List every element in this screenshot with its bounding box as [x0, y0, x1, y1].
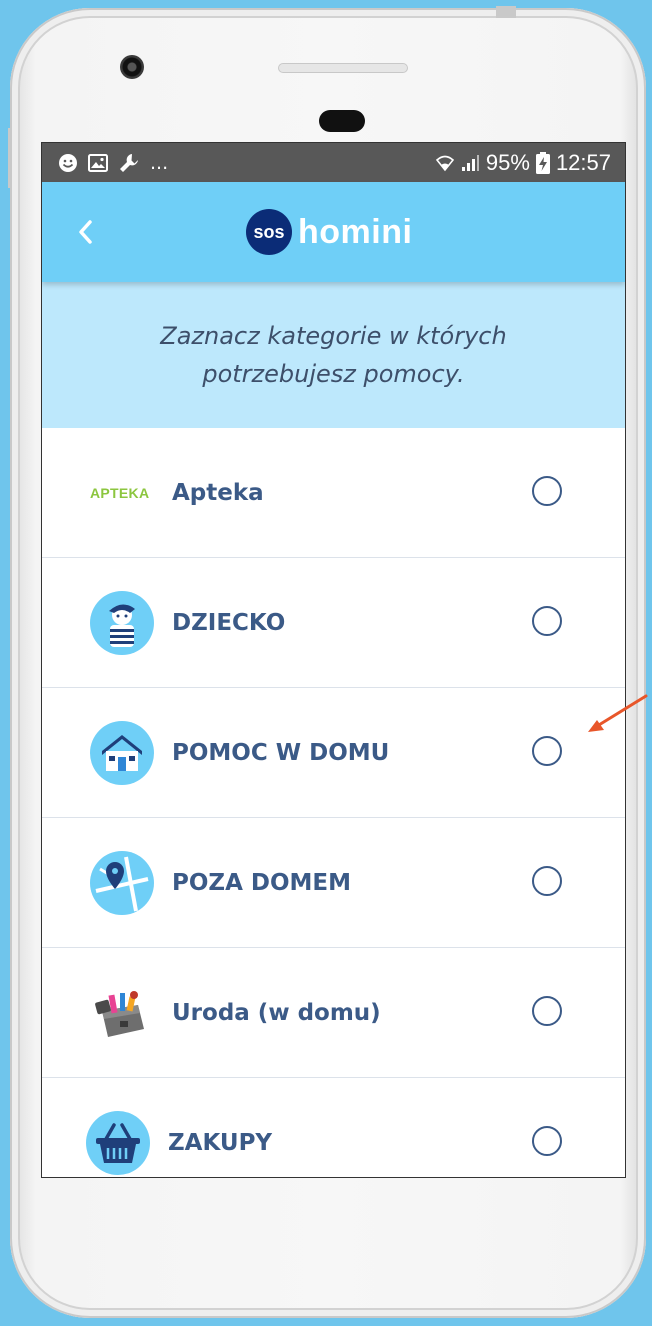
wrench-icon: [120, 153, 138, 172]
category-label: DZIECKO: [172, 610, 286, 636]
category-list: APTEKA Apteka DZIECKO POMOC W DOMU POZA …: [42, 428, 625, 1177]
child-icon: [90, 591, 154, 655]
category-row-apteka[interactable]: APTEKA Apteka: [42, 428, 625, 558]
banner-line-1: Zaznacz kategorie w których: [160, 322, 507, 350]
back-button[interactable]: [68, 214, 104, 250]
banner-line-2: potrzebujesz pomocy.: [202, 360, 465, 388]
shopping-basket-icon: [86, 1111, 150, 1175]
app-logo: sos homini: [246, 209, 412, 255]
category-radio[interactable]: [532, 866, 562, 896]
category-label: Uroda (w domu): [172, 1000, 381, 1026]
category-label: ZAKUPY: [168, 1130, 273, 1156]
house-icon: [90, 721, 154, 785]
category-row-uroda[interactable]: Uroda (w domu): [42, 948, 625, 1078]
category-label: Apteka: [172, 480, 264, 506]
category-label: POMOC W DOMU: [172, 740, 390, 766]
logo-badge: sos: [246, 209, 292, 255]
instruction-banner: Zaznacz kategorie w których potrzebujesz…: [42, 282, 625, 428]
map-pin-icon: [90, 851, 154, 915]
category-radio[interactable]: [532, 996, 562, 1026]
clock: 12:57: [555, 149, 611, 175]
phone-screen: ... 95% 12:57 sos homini Zaznacz kategor…: [41, 142, 626, 1178]
wifi-icon: [435, 155, 454, 171]
logo-text: homini: [298, 212, 413, 251]
earpiece-speaker: [278, 63, 408, 73]
category-row-poza-domem[interactable]: POZA DOMEM: [42, 818, 625, 948]
battery-percent: 95%: [485, 149, 530, 175]
category-radio[interactable]: [532, 606, 562, 636]
category-row-dziecko[interactable]: DZIECKO: [42, 558, 625, 688]
image-icon: [88, 153, 108, 172]
app-bar: sos homini: [42, 182, 625, 282]
category-label: POZA DOMEM: [172, 870, 352, 896]
smiley-icon: [59, 153, 77, 172]
beauty-case-icon: [95, 991, 144, 1037]
annotation-arrow: [588, 694, 648, 732]
front-camera: [120, 55, 144, 79]
category-row-pomoc-w-domu[interactable]: POMOC W DOMU: [42, 688, 625, 818]
notification-overflow: ...: [150, 151, 169, 174]
category-radio[interactable]: [532, 736, 562, 766]
category-radio[interactable]: [532, 476, 562, 506]
phone-top-button: [496, 6, 516, 18]
phone-side-button: [8, 128, 12, 188]
chevron-left-icon: [79, 220, 92, 244]
sensor-pill: [319, 110, 365, 132]
battery-charging-icon: [535, 151, 550, 174]
apteka-logo: APTEKA: [90, 485, 150, 501]
category-radio[interactable]: [532, 1126, 562, 1156]
category-row-zakupy[interactable]: ZAKUPY: [42, 1078, 625, 1177]
status-bar: ... 95% 12:57: [42, 143, 625, 182]
signal-icon: [461, 154, 479, 171]
